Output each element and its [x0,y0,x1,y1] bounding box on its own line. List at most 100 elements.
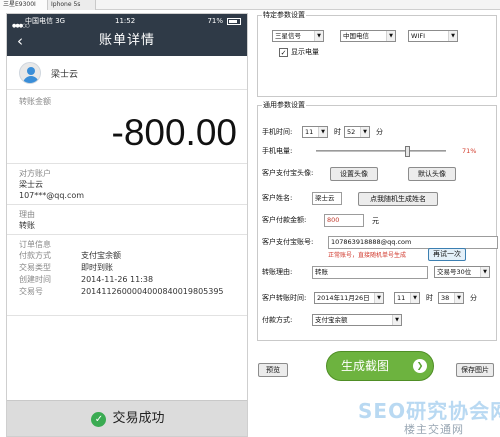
trade-hour-unit: 时 [426,294,433,302]
order-row: 交易类型 即时到账 [19,262,235,274]
order-row-key: 交易号 [19,287,43,296]
minute-select[interactable]: 52 ▼ [344,126,370,138]
carrier-select[interactable]: 中国电信 ▼ [340,30,396,42]
chevron-down-icon: ▼ [448,31,457,41]
name-label: 客户姓名: [262,194,293,202]
amount-label: 转账金额 [19,97,51,106]
app-window: 三星E9300I Iphone 5s ●●●○○ 中国电信 3G 11:52 7… [0,0,500,437]
chevron-down-icon: ▼ [454,293,463,303]
hour-select[interactable]: 11 ▼ [302,126,328,138]
tab-iphone[interactable]: Iphone 5s [48,0,96,10]
order-label: 订单信息 [19,240,51,249]
amount-unit: 元 [372,217,379,225]
order-row-value: 2014-11-26 11:38 [81,275,154,284]
arrow-right-icon: ❯ [413,359,427,373]
account-label: 客户支付宝账号: [262,238,314,246]
counterparty-account: 107***@qq.com [19,191,85,200]
tab-samsung[interactable]: 三星E9300I [0,0,48,10]
device-tab-bar: 三星E9300I Iphone 5s [0,0,500,10]
amount-value: -800.00 [7,106,247,164]
save-image-button[interactable]: 保存图片 [456,363,494,377]
order-row-key: 交易类型 [19,263,51,272]
reason-label: 理由 [19,210,35,219]
name-field[interactable]: 梁士云 [312,192,342,205]
amount-field[interactable]: 800 [324,214,364,227]
device-signal-select[interactable]: 三星信号 ▼ [272,30,324,42]
warning-text: 正常账号，直接随机单号生成 [328,252,407,259]
set-avatar-button[interactable]: 设置头像 [330,167,378,181]
user-name: 梁士云 [51,70,79,80]
pay-method-label: 付款方式: [262,316,293,324]
avatar-icon [19,62,41,84]
minute-unit: 分 [376,128,383,136]
show-battery-checkbox[interactable]: ✓ [279,48,288,57]
check-circle-icon: ✓ [91,411,107,427]
back-icon[interactable]: ‹ [17,31,23,51]
chevron-down-icon: ▼ [386,31,395,41]
status-time: 11:52 [115,17,136,25]
reason-section: 理由 转账 [7,205,247,235]
counterparty-label: 对方账户 [19,169,51,178]
general-group-title: 通用参数设置 [262,100,306,110]
trade-date-select[interactable]: 2014年11月26日 ▼ [314,292,384,304]
status-carrier: 中国电信 3G [25,17,66,25]
order-row-key: 付款方式 [19,251,51,260]
settings-panel: 特定参数设置 三星信号 ▼ 中国电信 ▼ WIFI ▼ ✓ 显示电量 通用参数设置 手… [254,10,500,437]
preview-button[interactable]: 预览 [258,363,288,377]
counterparty-section: 对方账户 梁士云 107***@qq.com [7,164,247,205]
battery-percent: 71% [462,147,477,155]
show-battery-label: 显示电量 [291,48,319,56]
reason-field[interactable]: 转账 [312,266,428,279]
battery-icon [227,18,241,25]
trade-minute-unit: 分 [470,294,477,302]
order-row-value: 2014112600004000840019805395 [81,287,224,296]
order-row: 付款方式 支付宝余额 [19,250,235,262]
success-text: 交易成功 [112,411,165,426]
status-bar: ●●●○○ 中国电信 3G 11:52 71% [7,14,247,29]
random-name-button[interactable]: 点我随机生成姓名 [358,192,438,206]
chevron-down-icon: ▼ [374,293,383,303]
trade-number-select[interactable]: 交易号30位 ▼ [434,266,490,278]
battery-slider-thumb[interactable] [405,146,411,157]
trade-hour-select[interactable]: 11 ▼ [394,292,420,304]
status-battery: 71% [207,17,223,25]
battery-slider-track[interactable] [316,150,446,152]
phone-preview: ●●●○○ 中国电信 3G 11:52 71% ‹ 账单详情 梁士云 转账金额 … [6,13,248,437]
avatar-label: 客户支付宝头像: [262,169,314,177]
chevron-down-icon: ▼ [480,267,489,277]
order-row: 交易号 2014112600004000840019805395 [19,286,235,312]
order-row-value: 支付宝余额 [81,251,121,260]
battery-label: 手机电量: [262,147,293,155]
order-row-value: 即时到账 [81,263,113,272]
chevron-down-icon: ▼ [392,315,401,325]
order-row: 创建时间 2014-11-26 11:38 [19,274,235,286]
chevron-down-icon: ▼ [314,31,323,41]
amount-label: 客户付款金额: [262,216,307,224]
pay-method-select[interactable]: 支付宝余额 ▼ [312,314,402,326]
watermark-sub: 楼主交通网 [404,423,464,436]
device-group-title: 特定参数设置 [262,10,306,20]
generate-label: 生成截图 [341,359,390,373]
account-field[interactable]: 107863918888@qq.com [328,236,498,249]
phone-time-label: 手机时间: [262,128,293,136]
nav-bar: ‹ 账单详情 [7,28,247,56]
watermark-logo: SEO研究协会网 [358,399,500,423]
chevron-down-icon: ▼ [360,127,369,137]
reason-value: 转账 [19,221,35,230]
chevron-down-icon: ▼ [318,127,327,137]
default-avatar-button[interactable]: 默认头像 [408,167,456,181]
generate-screenshot-button[interactable]: 生成截图 ❯ [326,351,434,381]
hour-unit: 时 [334,128,341,136]
success-bar: ✓ 交易成功 [7,400,247,436]
retry-button[interactable]: 再试一次 [428,248,466,261]
order-section: 订单信息 付款方式 支付宝余额 交易类型 即时到账 创建时间 2014-11-2… [7,235,247,316]
chevron-down-icon: ▼ [410,293,419,303]
counterparty-name: 梁士云 [19,180,43,189]
trade-minute-select[interactable]: 38 ▼ [438,292,464,304]
trade-time-label: 客户转账时间: [262,294,307,302]
network-select[interactable]: WIFI ▼ [408,30,458,42]
order-row-key: 创建时间 [19,275,51,284]
page-title: 账单详情 [98,33,155,48]
reason-label: 转账理由: [262,268,293,276]
user-row: 梁士云 [7,56,247,90]
